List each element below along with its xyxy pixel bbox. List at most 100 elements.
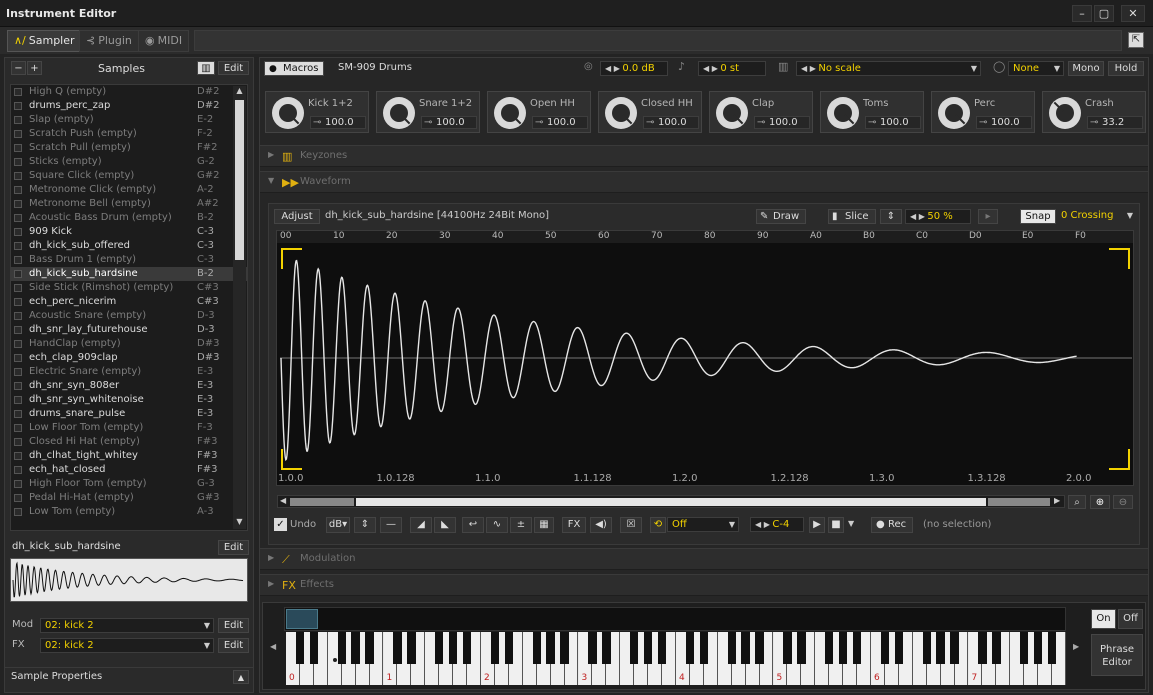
volume-field[interactable]: ◀ ▶ 0.0 dB: [600, 61, 668, 76]
stop-icon[interactable]: ■: [828, 517, 844, 533]
samples-edit-button[interactable]: Edit: [218, 61, 249, 75]
black-key[interactable]: [699, 632, 709, 664]
sample-checkbox[interactable]: [14, 200, 22, 208]
knob-dial[interactable]: [494, 97, 526, 129]
black-key[interactable]: [462, 632, 472, 664]
black-key[interactable]: [657, 632, 667, 664]
macro-knob[interactable]: Perc 100.0: [931, 91, 1035, 133]
sample-list-item[interactable]: Metronome Click (empty) A-2: [11, 183, 247, 197]
black-key[interactable]: [643, 632, 653, 664]
mod-edit-button[interactable]: Edit: [218, 618, 249, 633]
sample-checkbox[interactable]: [14, 116, 22, 124]
quantize-select[interactable]: None ▼: [1008, 61, 1064, 76]
sample-list-item[interactable]: Acoustic Bass Drum (empty) B-2: [11, 211, 247, 225]
black-key[interactable]: [560, 632, 569, 664]
black-key[interactable]: [490, 632, 500, 664]
sample-checkbox[interactable]: [14, 270, 22, 278]
macro-value[interactable]: 100.0: [643, 116, 699, 129]
sample-checkbox[interactable]: [14, 256, 22, 264]
loop-icon[interactable]: ⟲: [650, 517, 666, 533]
sample-checkbox[interactable]: [14, 298, 22, 306]
black-key[interactable]: [936, 632, 945, 664]
macro-value[interactable]: 100.0: [976, 116, 1032, 129]
selected-sample-edit-button[interactable]: Edit: [218, 540, 249, 555]
sample-list-item[interactable]: Scratch Pull (empty) F#2: [11, 141, 247, 155]
dc-offset-icon[interactable]: ±: [510, 517, 532, 533]
sample-list-item[interactable]: Bass Drum 1 (empty) C-3: [11, 253, 247, 267]
pitch-icon[interactable]: ∿: [486, 517, 508, 533]
crop-icon[interactable]: ☒: [620, 517, 642, 533]
black-key[interactable]: [630, 632, 639, 664]
black-key[interactable]: [852, 632, 862, 664]
effects-section[interactable]: ▶ FX Effects: [260, 574, 1148, 596]
sample-list-item[interactable]: High Floor Tom (empty) G-3: [11, 477, 247, 491]
sample-checkbox[interactable]: [14, 242, 22, 250]
macro-value[interactable]: 100.0: [754, 116, 810, 129]
silence-icon[interactable]: —: [380, 517, 402, 533]
sample-list-item[interactable]: ech_hat_closed F#3: [11, 463, 247, 477]
sample-checkbox[interactable]: [14, 424, 22, 432]
sample-list-item[interactable]: dh_kick_sub_hardsine B-2: [11, 267, 247, 281]
grid-icon[interactable]: ▦: [534, 517, 554, 533]
waveform-display[interactable]: [276, 230, 1134, 486]
keyboard-right-icon[interactable]: ▶: [1073, 642, 1079, 651]
sample-checkbox[interactable]: [14, 354, 22, 362]
sample-list-item[interactable]: dh_clhat_tight_whitey F#3: [11, 449, 247, 463]
sample-list-item[interactable]: dh_snr_syn_808er E-3: [11, 379, 247, 393]
sample-checkbox[interactable]: [14, 382, 22, 390]
macro-knob[interactable]: Clap 100.0: [709, 91, 813, 133]
undo-checkbox[interactable]: ✓: [274, 518, 287, 531]
knob-dial[interactable]: [716, 97, 748, 129]
db-button[interactable]: dB▾: [326, 517, 350, 533]
sample-checkbox[interactable]: [14, 214, 22, 222]
chevron-down-icon[interactable]: ▼: [848, 519, 854, 528]
black-key[interactable]: [295, 632, 305, 664]
macro-knob[interactable]: Open HH 100.0: [487, 91, 591, 133]
samples-scrollbar[interactable]: ▲ ▼: [233, 86, 246, 529]
macro-value[interactable]: 100.0: [421, 116, 477, 129]
play-icon[interactable]: ▶: [809, 517, 825, 533]
tab-sampler[interactable]: ∧/Sampler: [7, 30, 82, 52]
base-note-field[interactable]: ◀ ▶ C-4: [750, 517, 804, 532]
piano-keyboard[interactable]: 0 1 2 3 4 5 6 7: [286, 632, 1066, 685]
macros-button[interactable]: ● Macros: [264, 61, 324, 76]
black-key[interactable]: [365, 632, 374, 664]
macro-value[interactable]: 100.0: [310, 116, 366, 129]
black-key[interactable]: [435, 632, 444, 664]
sample-checkbox[interactable]: [14, 452, 22, 460]
macro-value[interactable]: 100.0: [865, 116, 921, 129]
rec-button[interactable]: ● Rec: [871, 517, 913, 533]
black-key[interactable]: [448, 632, 458, 664]
keyzone-strip[interactable]: [284, 607, 1066, 631]
knob-dial[interactable]: [605, 97, 637, 129]
macro-knob[interactable]: Toms 100.0: [820, 91, 924, 133]
black-key[interactable]: [588, 632, 597, 664]
fade-in-icon[interactable]: ◢: [410, 517, 432, 533]
draw-button[interactable]: ✎ Draw: [756, 209, 806, 224]
scrollbar-thumb[interactable]: [235, 100, 244, 260]
sample-list-item[interactable]: drums_perc_zap D#2: [11, 99, 247, 113]
tab-plugin[interactable]: ⊰ Plugin: [79, 30, 139, 52]
detach-icon[interactable]: ⇱: [1128, 32, 1144, 48]
sample-checkbox[interactable]: [14, 508, 22, 516]
sample-checkbox[interactable]: [14, 158, 22, 166]
speaker-icon[interactable]: ◀): [590, 517, 612, 533]
macro-knob[interactable]: Kick 1+2 100.0: [265, 91, 369, 133]
snap-mode-select[interactable]: 0 Crossing ▼: [1057, 209, 1136, 224]
scale-select[interactable]: ◀ ▶ No scale ▼: [796, 61, 981, 76]
top-ruler[interactable]: 00 10 20 30 40 50 60 70 80 90 A0 B0 C0 D0 E0 F0: [277, 231, 1133, 243]
sample-list-item[interactable]: HandClap (empty) D#3: [11, 337, 247, 351]
black-key[interactable]: [532, 632, 541, 664]
sample-list-item[interactable]: Electric Snare (empty) E-3: [11, 365, 247, 379]
scroll-right-icon[interactable]: ▶: [1054, 496, 1060, 505]
sample-checkbox[interactable]: [14, 284, 22, 292]
black-key[interactable]: [393, 632, 402, 664]
knob-dial[interactable]: [272, 97, 304, 129]
fx-select[interactable]: 02: kick 2 ▼: [40, 638, 214, 653]
sample-checkbox[interactable]: [14, 186, 22, 194]
adjust-button[interactable]: Adjust: [274, 209, 320, 224]
sample-list-item[interactable]: ech_perc_nicerim C#3: [11, 295, 247, 309]
mono-button[interactable]: Mono: [1068, 61, 1104, 76]
sample-list-item[interactable]: Low Floor Tom (empty) F-3: [11, 421, 247, 435]
add-sample-button[interactable]: +: [27, 61, 42, 75]
